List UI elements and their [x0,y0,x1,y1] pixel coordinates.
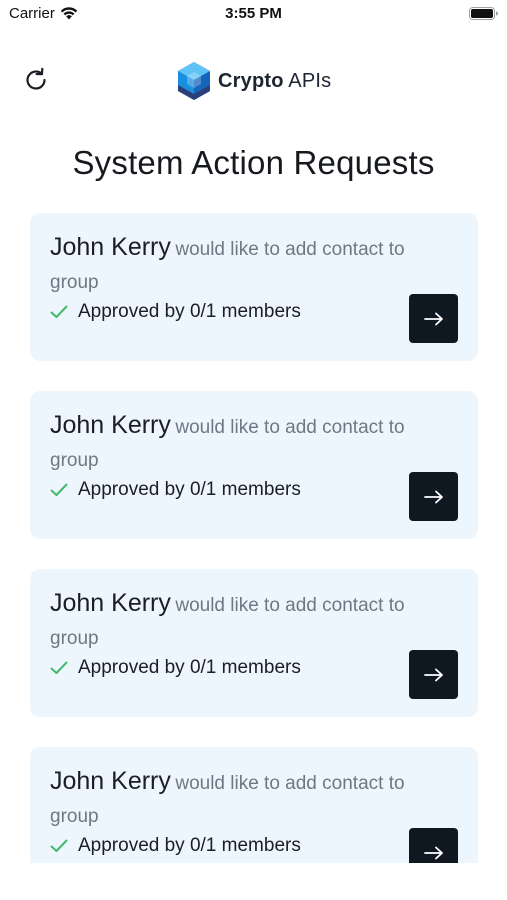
check-icon [50,839,68,852]
crypto-apis-logo: Crypto APIs [176,61,331,101]
check-icon [50,305,68,318]
battery-icon [469,7,498,20]
requester-name: John Kerry [50,233,171,261]
request-description: John Kerry would like to add contact to … [50,231,440,300]
refresh-button[interactable] [20,64,52,96]
logo-wordmark-rest: APIs [283,69,332,92]
app-header: Crypto APIs [0,56,507,106]
approval-status: Approved by 0/1 members [50,657,301,679]
request-description: John Kerry would like to add contact to … [50,409,440,478]
approval-status: Approved by 0/1 members [50,479,301,501]
status-bar: Carrier 3:55 PM [0,0,507,28]
arrow-right-icon [423,668,443,681]
crypto-apis-logo-icon [178,62,210,100]
open-request-button[interactable] [409,294,458,343]
request-card[interactable]: John Kerry would like to add contact to … [30,391,478,539]
refresh-icon [26,67,46,90]
open-request-button[interactable] [409,472,458,521]
requester-name: John Kerry [50,767,171,795]
approval-text: Approved by 0/1 members [78,657,301,678]
check-icon [50,661,68,674]
requester-name: John Kerry [50,589,171,617]
approval-text: Approved by 0/1 members [78,479,301,500]
open-request-button[interactable] [409,650,458,699]
approval-status: Approved by 0/1 members [50,835,301,857]
approval-status: Approved by 0/1 members [50,301,301,323]
arrow-right-icon [423,846,443,859]
status-time: 3:55 PM [225,5,282,22]
requester-name: John Kerry [50,411,171,439]
logo-wordmark-bold: Crypto [218,69,284,92]
request-description: John Kerry would like to add contact to … [50,587,440,656]
request-list[interactable]: John Kerry would like to add contact to … [30,213,478,863]
request-card[interactable]: John Kerry would like to add contact to … [30,569,478,717]
request-description: John Kerry would like to add contact to … [50,765,440,834]
check-icon [50,483,68,496]
approval-text: Approved by 0/1 members [78,301,301,322]
logo-wordmark: Crypto APIs [218,70,331,93]
arrow-right-icon [423,312,443,325]
open-request-button[interactable] [409,828,458,863]
approval-text: Approved by 0/1 members [78,835,301,856]
page-title: System Action Requests [72,144,435,181]
request-card[interactable]: John Kerry would like to add contact to … [30,213,478,361]
arrow-right-icon [423,490,443,503]
request-card[interactable]: John Kerry would like to add contact to … [30,747,478,863]
